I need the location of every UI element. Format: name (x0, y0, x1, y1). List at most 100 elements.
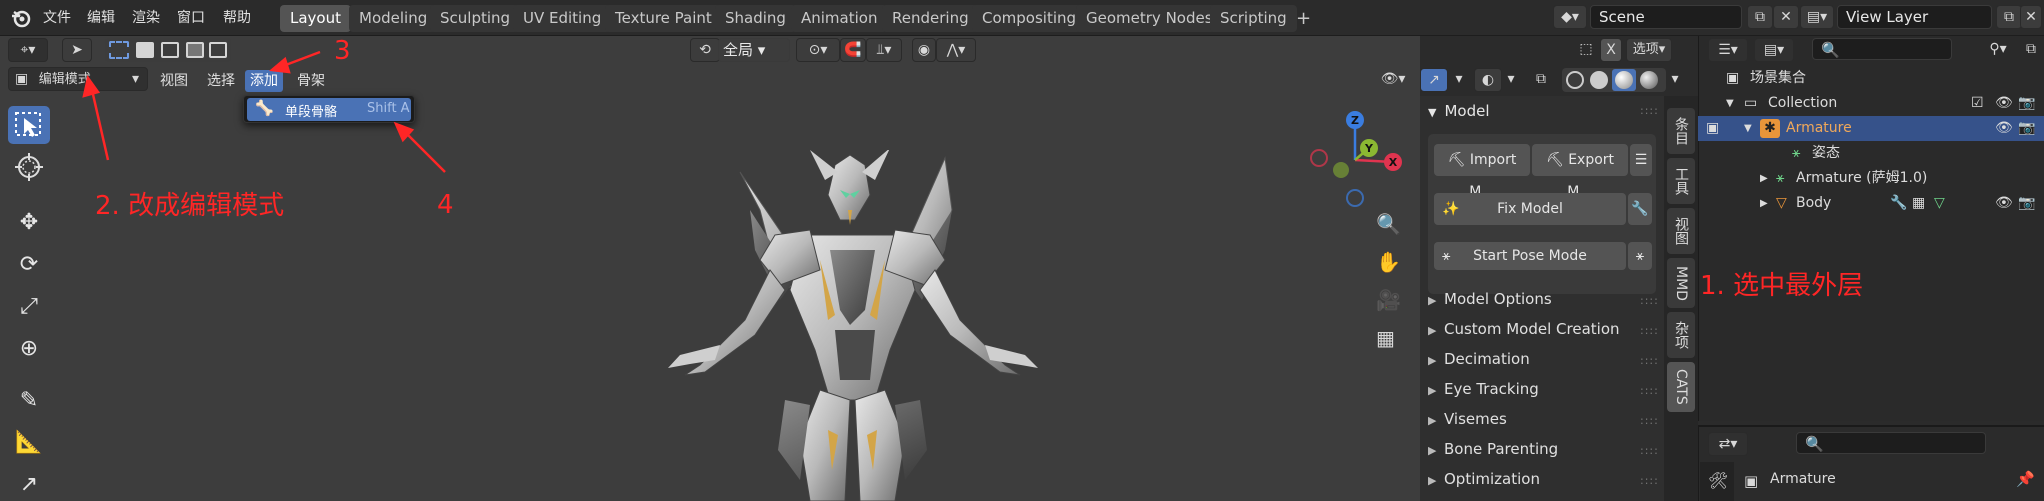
expand-arrow-icon[interactable]: ▶ (1760, 166, 1768, 191)
object-properties-icon: ▣ (1744, 472, 1759, 490)
camera-icon[interactable]: 📷 (2018, 116, 2035, 141)
pin-icon[interactable]: 📌 (2016, 470, 2035, 488)
camera-icon[interactable]: 📷 (2018, 91, 2035, 116)
panel-grip-icon[interactable]: :::: (1640, 294, 1659, 307)
section-custom-model-creation[interactable]: ▶ Custom Model Creation (1428, 320, 1620, 338)
camera-icon[interactable]: 📷 (2018, 191, 2035, 216)
pose-options-icon[interactable]: ⚹ (1628, 242, 1652, 270)
body-label: Body (1796, 195, 1832, 211)
scene-collection-icon: ▣ (1726, 70, 1740, 86)
export-model-button[interactable]: ⛏ Export M... (1532, 144, 1628, 200)
section-label: Bone Parenting (1444, 440, 1559, 458)
panel-grip-icon[interactable]: :::: (1640, 324, 1659, 337)
tab-view[interactable]: 视图 (1667, 208, 1695, 254)
armature-label: Armature (1786, 120, 1852, 136)
vertex-groups-icon[interactable]: ▦ (1912, 191, 1925, 216)
outliner-search-input[interactable]: 🔍 (1812, 38, 1952, 60)
panel-grip-icon[interactable]: :::: (1640, 384, 1659, 397)
section-visemes[interactable]: ▶ Visemes (1428, 410, 1507, 428)
model-menu-icon[interactable]: ☰ (1630, 144, 1652, 176)
collapsed-arrow-icon: ▶ (1428, 354, 1437, 367)
view-layer-selector-icon[interactable]: ▤▾ (1800, 5, 1834, 29)
properties-tabs: 🛠 (1700, 462, 1734, 501)
panel-grip-icon[interactable]: :::: (1640, 354, 1659, 367)
collapsed-arrow-icon: ▶ (1428, 294, 1437, 307)
edit-mode-indicator-icon[interactable]: ▣ (1706, 116, 1719, 141)
tab-item[interactable]: 条目 (1667, 108, 1695, 154)
tab-tool[interactable]: 工具 (1667, 158, 1695, 204)
fix-model-label: Fix Model (1497, 201, 1563, 217)
section-label: Eye Tracking (1444, 380, 1539, 398)
new-collection-icon[interactable]: ⧉ (2020, 38, 2042, 62)
outliner-editor-type-icon[interactable]: ☰▾ (1708, 38, 1748, 62)
delete-view-layer-icon[interactable]: ✕ (2020, 5, 2042, 29)
eye-icon[interactable]: 👁 (1995, 191, 2013, 216)
collapsed-arrow-icon: ▶ (1428, 414, 1437, 427)
panel-grip-icon[interactable]: :::: (1640, 414, 1659, 427)
armature-data-icon: ⚹ (1776, 170, 1785, 186)
eye-icon[interactable]: 👁 (1995, 91, 2013, 116)
mesh-data-icon[interactable]: ▽ (1934, 191, 1945, 216)
annotation-step-4: 4 (437, 190, 454, 220)
model-panel-header[interactable]: ▼ Model (1428, 102, 1490, 120)
collection-icon: ▭ (1744, 95, 1758, 111)
expand-arrow-icon[interactable]: ▼ (1726, 91, 1734, 116)
section-bone-parenting[interactable]: ▶ Bone Parenting (1428, 440, 1558, 458)
start-pose-mode-button[interactable]: ⚹ Start Pose Mode (1434, 242, 1626, 270)
pose-icon: ⚹ (1442, 248, 1451, 264)
wrench-icon[interactable]: 🔧 (1628, 193, 1652, 225)
pose-icon: ⚹ (1792, 145, 1801, 161)
scene-collection-label: 场景集合 (1750, 70, 1806, 86)
start-pose-mode-label: Start Pose Mode (1473, 248, 1587, 264)
collapsed-arrow-icon: ▶ (1428, 384, 1437, 397)
tab-cats[interactable]: CATS (1667, 362, 1695, 412)
filter-icon[interactable]: ⚲▾ (1978, 38, 2018, 62)
modifier-wrench-icon[interactable]: 🔧 (1890, 191, 1907, 216)
fix-model-button[interactable]: ✨ Fix Model (1434, 193, 1626, 225)
properties-editor-type-icon[interactable]: ⇄▾ (1708, 432, 1748, 456)
outliner-row-body[interactable]: ▶ ▽ Body 🔧 ▦ ▽ 👁 📷 (1698, 191, 2044, 216)
new-view-layer-icon[interactable]: ⧉ (1996, 5, 2022, 29)
section-eye-tracking[interactable]: ▶ Eye Tracking (1428, 380, 1539, 398)
new-scene-icon[interactable]: ⧉ (1747, 5, 1773, 29)
expand-arrow-icon[interactable]: ▼ (1744, 116, 1752, 141)
expand-arrow-icon[interactable]: ▶ (1760, 191, 1768, 216)
section-optimization[interactable]: ▶ Optimization (1428, 470, 1540, 488)
magic-wand-icon: ✨ (1442, 201, 1460, 217)
outliner-row-collection[interactable]: ▼ ▭ Collection ☑ 👁 📷 (1698, 91, 2044, 116)
object-name-label: Armature (1770, 471, 1836, 487)
armature-icon: ✱ (1760, 119, 1780, 138)
view-layer-name-field[interactable]: View Layer (1837, 5, 1992, 29)
delete-scene-icon[interactable]: ✕ (1773, 5, 1799, 29)
collapsed-arrow-icon: ▶ (1428, 324, 1437, 337)
outliner-row-armature-data[interactable]: ▶ ⚹ Armature (萨姆1.0) (1698, 166, 2044, 191)
section-label: Model Options (1444, 290, 1552, 308)
checkbox-icon[interactable]: ☑ (1971, 91, 1984, 116)
display-mode-icon[interactable]: ▤▾ (1754, 38, 1794, 62)
tab-mmd[interactable]: MMD (1667, 258, 1695, 308)
outliner-row-scene-collection[interactable]: ▣ 场景集合 (1698, 66, 2044, 91)
section-label: Decimation (1444, 350, 1530, 368)
section-decimation[interactable]: ▶ Decimation (1428, 350, 1530, 368)
import-model-button[interactable]: ⛏ Import M... (1434, 144, 1530, 200)
panel-grip-icon[interactable]: :::: (1640, 104, 1659, 117)
section-model-options[interactable]: ▶ Model Options (1428, 290, 1552, 308)
panel-grip-icon[interactable]: :::: (1640, 444, 1659, 457)
export-icon: ⛏ (1545, 152, 1564, 168)
mesh-icon: ▽ (1776, 195, 1787, 211)
tab-misc[interactable]: 杂项 (1667, 312, 1695, 358)
annotation-step-2: 2. 改成编辑模式 (95, 191, 285, 221)
collapsed-arrow-icon: ▶ (1428, 474, 1437, 487)
import-icon: ⛏ (1447, 152, 1466, 168)
annotation-step-1: 1. 选中最外层 (1700, 271, 1864, 301)
annotation-step-3: 3 (334, 36, 351, 66)
section-label: Custom Model Creation (1444, 320, 1620, 338)
eye-icon[interactable]: 👁 (1995, 116, 2013, 141)
outliner-row-armature[interactable]: ▣ ▼ ✱ Armature 👁 📷 (1698, 116, 2044, 141)
pose-label: 姿态 (1812, 145, 1840, 161)
section-label: Optimization (1444, 470, 1540, 488)
tool-properties-icon[interactable]: 🛠 (1708, 471, 1728, 490)
outliner-row-pose[interactable]: ⚹ 姿态 (1698, 141, 2044, 166)
properties-search-input[interactable]: 🔍 (1796, 432, 1986, 454)
panel-grip-icon[interactable]: :::: (1640, 474, 1659, 487)
